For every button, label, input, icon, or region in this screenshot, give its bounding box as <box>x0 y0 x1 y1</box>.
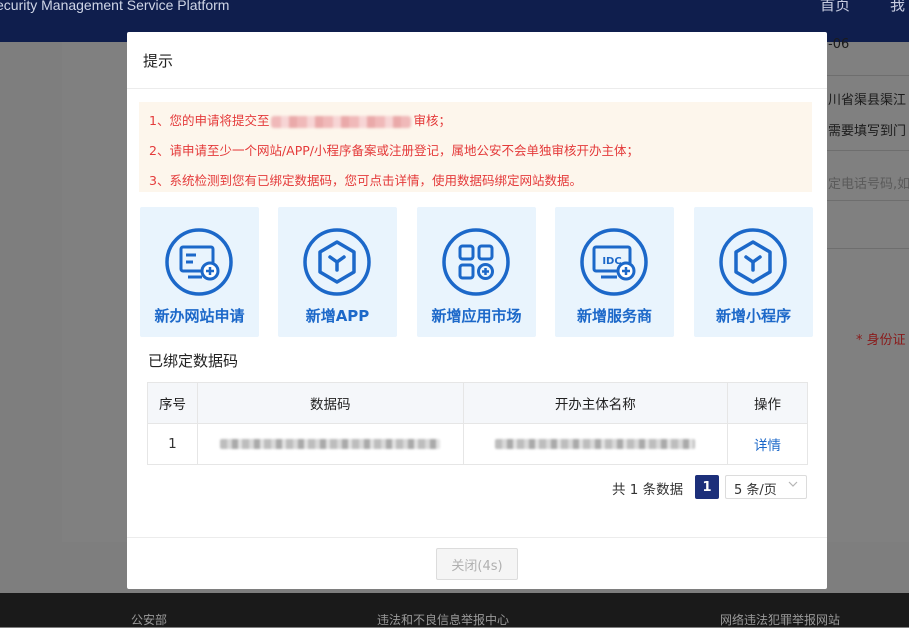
idc-icon: IDC <box>580 228 648 296</box>
footer-link-report-center[interactable]: 违法和不良信息举报中心 <box>377 611 509 628</box>
website-add-icon <box>165 228 233 296</box>
new-website-label: 新办网站申请 <box>154 307 245 325</box>
footer-link-mps[interactable]: 公安部 <box>131 611 167 628</box>
table-header-row: 序号 数据码 开办主体名称 操作 <box>148 383 807 424</box>
close-button[interactable]: 关闭(4s) <box>436 548 518 580</box>
row-entity-name <box>464 424 729 464</box>
page-footer: 公安部 违法和不良信息举报中心 网络违法犯罪举报网站 <box>0 593 909 627</box>
notice-line-1-prefix: 1、您的申请将提交至 <box>149 113 270 128</box>
pagination: 共 1 条数据 1 5 条/页 <box>127 475 807 499</box>
redacted-authority <box>271 115 412 128</box>
nav-my[interactable]: 我 <box>890 0 905 15</box>
notice-line-1: 1、您的申请将提交至 审核； <box>149 110 451 129</box>
column-header-data-code: 数据码 <box>198 383 464 423</box>
redacted-entity-name <box>495 439 696 449</box>
notice-box: 1、您的申请将提交至 审核； 2、请申请至少一个网站/APP/小程序备案或注册登记… <box>139 102 812 192</box>
row-action: 详情 <box>728 424 807 464</box>
pagination-total: 共 1 条数据 <box>612 482 684 498</box>
dialog-footer: 关闭(4s) <box>127 537 827 590</box>
action-cards: 新办网站申请 新增APP 新增应用市场 IDC 新增服务商 新增小程序 <box>140 207 813 337</box>
page-size-value: 5 条/页 <box>734 483 777 498</box>
divider <box>827 248 909 249</box>
new-app-card[interactable]: 新增APP <box>278 207 397 337</box>
page-number-current[interactable]: 1 <box>695 475 719 499</box>
chevron-down-icon <box>788 481 798 487</box>
bound-data-codes-table: 序号 数据码 开办主体名称 操作 1 详情 <box>147 382 808 465</box>
nav-home[interactable]: 首页 <box>820 0 850 15</box>
background-address-text: 川省渠县渠江 <box>828 93 907 108</box>
notice-dialog: 提示 1、您的申请将提交至 审核； 2、请申请至少一个网站/APP/小程序备案或注… <box>127 32 827 589</box>
background-phone-placeholder: 定电话号码,如 <box>828 177 909 192</box>
dialog-title: 提示 <box>143 52 174 70</box>
redacted-data-code <box>220 439 441 449</box>
divider <box>827 150 909 151</box>
new-app-market-label: 新增应用市场 <box>431 307 522 325</box>
bound-data-codes-title: 已绑定数据码 <box>148 352 239 370</box>
new-mini-program-card[interactable]: 新增小程序 <box>694 207 813 337</box>
new-service-provider-card[interactable]: IDC 新增服务商 <box>555 207 674 337</box>
background-address-hint: 需要填写到门 <box>828 124 907 139</box>
platform-title: ecurity Management Service Platform <box>0 0 230 13</box>
background-date-text: -06 <box>828 37 850 52</box>
cube-icon <box>719 228 787 296</box>
divider <box>827 200 909 201</box>
notice-line-1-suffix: 审核； <box>413 113 451 128</box>
footer-link-cybercrime-report[interactable]: 网络违法犯罪举报网站 <box>720 611 840 628</box>
new-website-card[interactable]: 新办网站申请 <box>140 207 259 337</box>
notice-line-3: 3、系统检测到您有已绑定数据码，您可点击详情，使用数据码绑定网站数据。 <box>149 173 582 188</box>
new-mini-program-label: 新增小程序 <box>715 307 791 325</box>
new-service-provider-label: 新增服务商 <box>576 307 652 325</box>
page-size-select[interactable]: 5 条/页 <box>725 475 807 499</box>
row-data-code <box>198 424 464 464</box>
table-row: 1 详情 <box>148 424 807 464</box>
cube-icon <box>303 228 371 296</box>
column-header-entity-name: 开办主体名称 <box>464 383 729 423</box>
notice-line-2: 2、请申请至少一个网站/APP/小程序备案或注册登记，属地公安不会单独审核开办主… <box>149 143 640 158</box>
new-app-label: 新增APP <box>305 307 370 325</box>
background-id-label: * 身份证 <box>856 333 906 348</box>
details-link[interactable]: 详情 <box>754 434 781 454</box>
column-header-action: 操作 <box>754 397 782 413</box>
column-header-index: 序号 <box>148 383 198 423</box>
new-app-market-card[interactable]: 新增应用市场 <box>417 207 536 337</box>
app-market-icon <box>442 228 510 296</box>
divider <box>827 75 909 76</box>
row-index: 1 <box>148 424 198 464</box>
dialog-header: 提示 <box>127 32 827 89</box>
